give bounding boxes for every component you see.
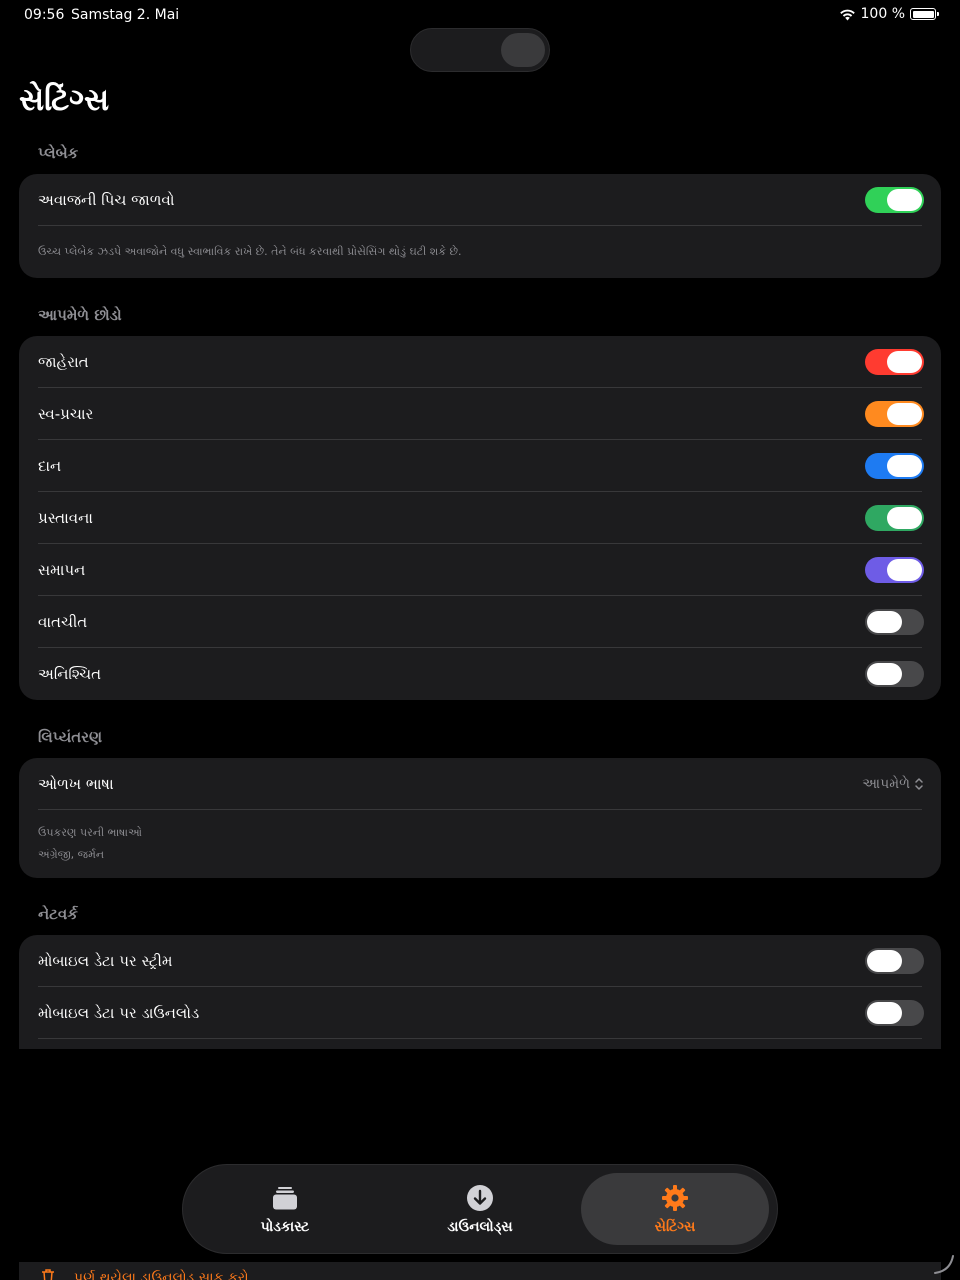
row-label: મોબાઇલ ડેટા પર સ્ટ્રીમ xyxy=(38,952,173,970)
row-donation[interactable]: દાન xyxy=(19,440,941,492)
row-ads[interactable]: જાહેરાત xyxy=(19,336,941,388)
row-stream-mobile[interactable]: મોબાઇલ ડેટા પર સ્ટ્રીમ xyxy=(19,935,941,987)
row-label: અનિશ્ચિત xyxy=(38,665,102,683)
chevron-updown-icon xyxy=(915,778,923,790)
ads-switch[interactable] xyxy=(865,349,924,375)
card-transcription: ઓળખ ભાષા આપમેળે ઉપકરણ પરની ભાષાઓ અંગ્રેજ… xyxy=(19,758,941,878)
page-title: સેટિંગ્સ xyxy=(19,82,110,118)
row-outro[interactable]: સમાપન xyxy=(19,544,941,596)
trash-icon xyxy=(42,1269,54,1280)
preserve-pitch-switch[interactable] xyxy=(865,187,924,213)
card-network: મોબાઇલ ડેટા પર સ્ટ્રીમ મોબાઇલ ડેટા પર ડા… xyxy=(19,935,941,1049)
stack-icon xyxy=(273,1187,297,1210)
outro-switch[interactable] xyxy=(865,557,924,583)
uncertain-switch[interactable] xyxy=(865,661,924,687)
row-label: સમાપન xyxy=(38,561,86,579)
tab-podcasts[interactable]: પોડકાસ્ટ xyxy=(191,1173,379,1245)
section-header-playback: પ્લેબેક xyxy=(38,144,79,162)
row-uncertain[interactable]: અનિશ્ચિત xyxy=(19,648,941,700)
language-select-value: આપમેળે xyxy=(862,776,910,792)
status-time: 09:56 xyxy=(24,7,65,23)
row-label: સ્વ-પ્રચાર xyxy=(38,405,94,423)
row-label: અવાજની પિચ જાળવો xyxy=(38,191,175,209)
clear-downloads-row[interactable]: પૂર્ણ થયેલા ડાઉનલોડ સાફ કરો xyxy=(19,1262,941,1280)
self-promo-switch[interactable] xyxy=(865,401,924,427)
row-intro[interactable]: પ્રસ્તાવના xyxy=(19,492,941,544)
clear-downloads-label: પૂર્ણ થયેલા ડાઉનલોડ સાફ કરો xyxy=(74,1270,249,1280)
section-header-transcription: લિપ્યંતરણ xyxy=(38,728,103,746)
card-playback: અવાજની પિચ જાળવો ઉચ્ચ પ્લેબેક ઝડપે અવાજો… xyxy=(19,174,941,278)
status-bar: 09:56 Samstag 2. Mai 100 % xyxy=(0,0,960,30)
wifi-icon xyxy=(839,9,855,20)
device-languages-title: ઉપકરણ પરની ભાષાઓ xyxy=(38,826,142,839)
row-label: પ્રસ્તાવના xyxy=(38,509,93,527)
row-label: વાતચીત xyxy=(38,613,88,631)
conversation-switch[interactable] xyxy=(865,609,924,635)
row-label: મોબાઇલ ડેટા પર ડાઉનલોડ xyxy=(38,1004,200,1022)
section-header-auto-skip: આપમેળે છોડો xyxy=(38,306,122,324)
row-download-mobile[interactable]: મોબાઇલ ડેટા પર ડાઉનલોડ xyxy=(19,987,941,1039)
resize-handle-icon[interactable] xyxy=(932,1252,956,1276)
battery-icon xyxy=(910,8,939,20)
top-pill-knob xyxy=(501,33,545,67)
row-label: ઓળખ ભાષા xyxy=(38,775,114,793)
battery-percent: 100 % xyxy=(860,6,905,22)
row-label: દાન xyxy=(38,457,62,475)
top-pill-toggle[interactable] xyxy=(410,28,550,72)
language-select[interactable]: આપમેળે xyxy=(862,776,924,792)
device-languages-list: અંગ્રેજી, જર્મન xyxy=(38,848,105,861)
stream-mobile-switch[interactable] xyxy=(865,948,924,974)
tab-label: ડાઉનલોડ્સ xyxy=(447,1219,513,1235)
status-date: Samstag 2. Mai xyxy=(71,7,180,23)
status-right: 100 % xyxy=(839,6,939,22)
download-mobile-switch[interactable] xyxy=(865,1000,924,1026)
device-languages-block: ઉપકરણ પરની ભાષાઓ અંગ્રેજી, જર્મન xyxy=(19,810,941,866)
tab-label: પોડકાસ્ટ xyxy=(260,1219,310,1235)
tab-settings[interactable]: સેટિંગ્સ xyxy=(581,1173,769,1245)
tab-label: સેટિંગ્સ xyxy=(654,1219,696,1235)
intro-switch[interactable] xyxy=(865,505,924,531)
card-auto-skip: જાહેરાત સ્વ-પ્રચાર દાન પ્રસ્તાવના સમાપન … xyxy=(19,336,941,700)
donation-switch[interactable] xyxy=(865,453,924,479)
row-recognition-language[interactable]: ઓળખ ભાષા આપમેળે xyxy=(19,758,941,810)
row-preserve-pitch[interactable]: અવાજની પિચ જાળવો xyxy=(19,174,941,226)
tab-downloads[interactable]: ડાઉનલોડ્સ xyxy=(386,1173,574,1245)
gear-icon xyxy=(662,1185,688,1211)
download-circle-icon xyxy=(467,1185,493,1211)
row-self-promo[interactable]: સ્વ-પ્રચાર xyxy=(19,388,941,440)
section-header-network: નેટવર્ક xyxy=(38,905,78,923)
tab-bar: પોડકાસ્ટ ડાઉનલોડ્સ સેટિંગ્સ xyxy=(182,1164,778,1254)
row-label: જાહેરાત xyxy=(38,353,89,371)
row-conversation[interactable]: વાતચીત xyxy=(19,596,941,648)
pitch-footnote: ઉચ્ચ પ્લેબેક ઝડપે અવાજોને વધુ સ્વાભાવિક … xyxy=(38,245,462,258)
